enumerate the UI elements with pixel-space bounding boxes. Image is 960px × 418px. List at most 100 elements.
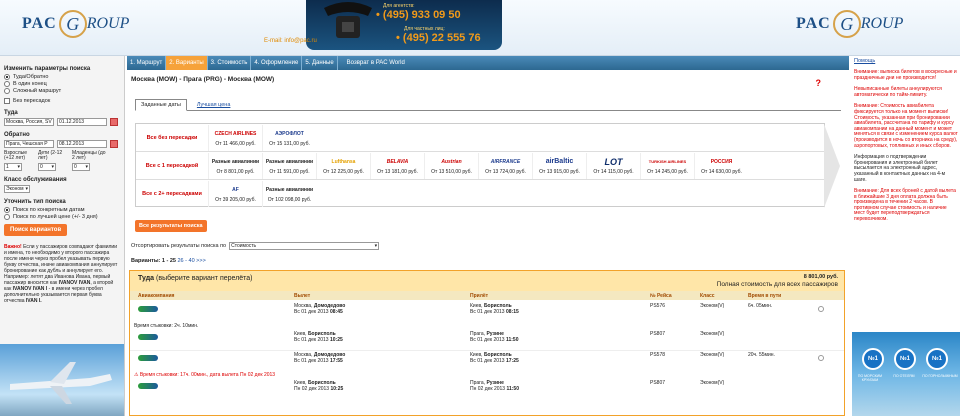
adults-select[interactable]: 1 (4, 163, 22, 171)
to-city-input[interactable]: Москва, Россия, SV (4, 118, 54, 126)
airline-logo-icon (138, 306, 158, 314)
radio-icon[interactable] (4, 81, 10, 87)
tab-given-dates[interactable]: Заданные даты (135, 99, 187, 111)
row-label: Все с 2+ пересадками (142, 191, 202, 197)
info-payment: Внимание: Для всех броней с датой вылета… (854, 188, 956, 223)
infants-select[interactable]: 0 (72, 163, 90, 171)
back-city-input[interactable]: Прага, Чешская Р (4, 140, 54, 148)
variants-pager: Варианты: 1 - 25 26 - 40 >>> (131, 258, 206, 264)
next-page-link[interactable]: >>> (196, 258, 206, 264)
trip-complex-radio[interactable]: Сложный маршрут (4, 88, 120, 94)
tab-best-price[interactable]: Лучшая цена (197, 100, 231, 110)
matrix-row-direct: Все без пересадки CZECH AIRLINES От 11 46… (136, 124, 824, 152)
route-title: Москва (MOW) - Прага (PRG) - Москва (MOW… (131, 76, 275, 83)
matrix-cell[interactable]: airBaltic От 13 915,00 руб. (532, 152, 586, 179)
class-label: Класс обслуживания (4, 177, 67, 183)
flight-row[interactable]: Москва, Домодедово Вс 01 дек 2013 08:45 К… (130, 303, 844, 321)
sort-select[interactable]: Стоимость (229, 242, 380, 250)
sort-bar: Отсортировать результаты поиска по Стоим… (131, 242, 380, 250)
no-transfers-checkbox[interactable]: Без пересадок (4, 98, 120, 104)
step-booking[interactable]: 4. Оформление (251, 56, 303, 70)
layover-warning: ⚠ Время стыковки: 17ч. 00мин., дата выле… (134, 372, 276, 378)
matrix-cell[interactable]: Разные авиалинии От 102 098,00 руб. (262, 181, 316, 207)
flight-row[interactable]: Киев, Борисполь Вс 01 дек 2013 10:25 Праг… (130, 331, 844, 349)
matrix-cell[interactable]: AIRFRANCE От 13 724,00 руб. (478, 152, 532, 179)
step-price[interactable]: 3. Стоимость (208, 56, 252, 70)
select-flight-radio[interactable] (818, 355, 824, 363)
main-content: 1. Маршрут 2. Варианты 3. Стоимость 4. О… (127, 56, 849, 416)
email-link[interactable]: E-mail: info@pac.ru (264, 38, 317, 44)
info-weekend: Внимание: выписка билетов в воскресные и… (854, 69, 957, 81)
ad-caption: ПО ОТЕЛЯМ (893, 374, 915, 378)
to-label: Туда (4, 110, 18, 116)
back-label: Обратно (4, 132, 30, 138)
matrix-cell[interactable]: AF От 39 205,00 руб. (208, 181, 262, 207)
help-link[interactable]: Помощь (854, 58, 958, 64)
page-link-26-40[interactable]: 26 - 40 (178, 258, 195, 264)
matrix-cell[interactable]: Austrian От 13 510,00 руб. (424, 152, 478, 179)
radio-icon[interactable] (4, 207, 10, 213)
calendar-icon[interactable] (110, 140, 118, 148)
matrix-cell[interactable]: LOT От 14 115,00 руб. (586, 152, 640, 179)
airline-logo-icon (138, 355, 158, 363)
matrix-cell[interactable]: Разные авиалинии От 8 801,00 руб. (208, 152, 262, 179)
radio-icon[interactable] (4, 88, 10, 94)
matrix-arrow-icon[interactable] (824, 124, 840, 208)
flight-row[interactable]: Москва, Домодедово Вс 01 дек 2013 17:55 К… (130, 352, 844, 370)
trip-oneway-radio[interactable]: В один конец (4, 81, 120, 87)
children-select[interactable]: 0 (38, 163, 56, 171)
panel-title: Туда (выберите вариант перелёта) (138, 275, 253, 282)
radio-icon[interactable] (4, 214, 10, 220)
refine-exact-radio[interactable]: Поиск по конкретным датам (4, 207, 120, 213)
matrix-cell[interactable]: АЭРОФЛОТ От 15 131,00 руб. (262, 124, 316, 151)
matrix-cell[interactable]: TURKISH AIRLINES От 14 245,00 руб. (640, 152, 694, 179)
class-select[interactable]: Эконом (4, 185, 30, 193)
pac-group-logo[interactable]: PAC G ROUP (22, 8, 129, 40)
passenger-warning: Важно! Если у пассажиров совпадают фамил… (4, 244, 118, 304)
matrix-cell[interactable]: Разные авиалинии От 11 591,00 руб. (262, 152, 316, 179)
help-question-mark[interactable]: ? (816, 78, 822, 88)
telephone-icon (318, 0, 378, 44)
step-variants[interactable]: 2. Варианты (166, 56, 208, 70)
step-route[interactable]: 1. Маршрут (127, 56, 167, 70)
all-results-button[interactable]: Все результаты поиска (135, 220, 207, 232)
step-data[interactable]: 5. Данные (302, 56, 338, 70)
rank-badge: №1 (894, 348, 916, 370)
infants-label: Младенцы (до 2 лет) (72, 150, 106, 161)
matrix-row-two-transfers: Все с 2+ пересадками AF От 39 205,00 руб.… (136, 180, 824, 208)
to-date-input[interactable]: 01.12.2013 (57, 118, 107, 126)
outbound-panel: Туда (выберите вариант перелёта) 8 801,0… (129, 270, 845, 416)
site-header: PAC G ROUP E-mail: info@pac.ru Для агент… (0, 0, 960, 56)
info-price: Внимание: Стоимость авиабилета фиксирует… (854, 103, 958, 149)
info-confirmation: Информация о подтверждении бронирования … (854, 154, 946, 183)
return-pac-world[interactable]: Возврат в PAC World (344, 56, 408, 70)
matrix-row-one-transfer: Все с 1 пересадкой Разные авиалинии От 8 … (136, 152, 824, 180)
matrix-cell[interactable]: Lufthansa От 12 225,00 руб. (316, 152, 370, 179)
matrix-cell[interactable]: BELAVIA От 13 181,00 руб. (370, 152, 424, 179)
matrix-cell[interactable]: РОССИЯ От 14 630,00 руб. (694, 152, 748, 179)
radio-icon[interactable] (4, 74, 10, 80)
refine-best-radio[interactable]: Поиск по лучшей цене (+/- 3 дня) (4, 214, 120, 220)
trip-roundtrip-radio[interactable]: Туда/Обратно (4, 74, 120, 80)
ad-caption: ПО ГОРНОЛЫЖНЫМ (922, 374, 958, 378)
calendar-icon[interactable] (110, 118, 118, 126)
sidebar-title: Изменить параметры поиска (4, 66, 91, 72)
airline-logo-icon (138, 383, 158, 391)
checkbox-icon[interactable] (4, 98, 10, 104)
info-timelimit: Невыписанные билеты аннулируются автомат… (854, 86, 942, 98)
agent-phone: • (495) 933 09 50 (376, 9, 461, 21)
layover-note: Время стыковки: 2ч. 10мин. (134, 323, 199, 329)
pac-group-logo-right[interactable]: PAC G ROUP (796, 8, 903, 40)
ad-caption: ПО МОРСКИМ КРУИЗАМ (857, 374, 883, 382)
promo-banner[interactable]: №1 №1 №1 ПО МОРСКИМ КРУИЗАМ ПО ОТЕЛЯМ ПО… (852, 332, 960, 416)
rank-badge: №1 (926, 348, 948, 370)
airplane-photo (0, 344, 124, 416)
search-button[interactable]: Поиск вариантов (4, 224, 68, 236)
matrix-cell[interactable]: CZECH AIRLINES От 11 466,00 руб. (208, 124, 262, 151)
rank-badge: №1 (862, 348, 884, 370)
select-flight-radio[interactable] (818, 306, 824, 314)
booking-steps: 1. Маршрут 2. Варианты 3. Стоимость 4. О… (127, 56, 849, 70)
flight-table-header: Авиакомпания Вылет Прилёт № Рейса Класс … (130, 291, 844, 300)
back-date-input[interactable]: 08.12.2013 (57, 140, 107, 148)
flight-row[interactable]: Киев, Борисполь Пн 02 дек 2013 10:25 Праг… (130, 380, 844, 398)
